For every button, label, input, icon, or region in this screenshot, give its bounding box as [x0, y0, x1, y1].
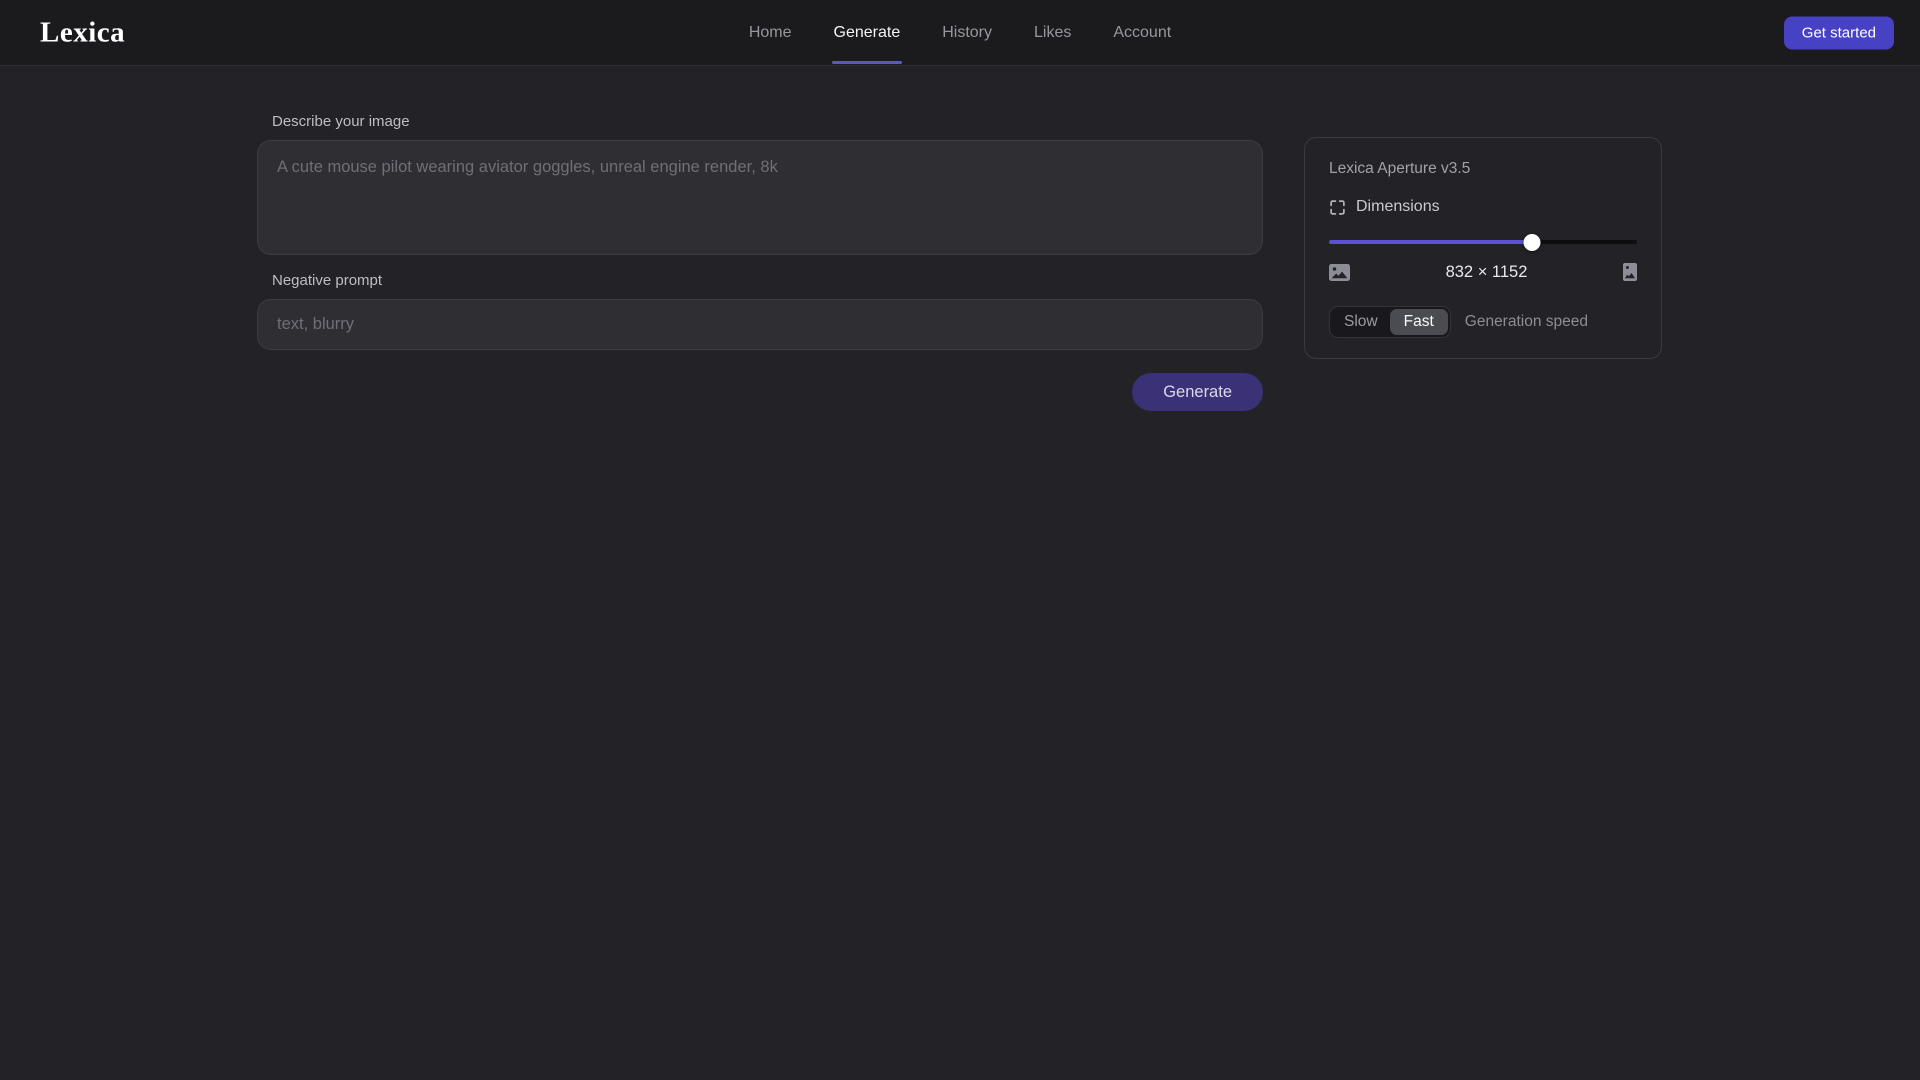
- nav-item-generate[interactable]: Generate: [832, 0, 903, 65]
- landscape-image-icon: [1329, 264, 1350, 281]
- generation-speed-label: Generation speed: [1465, 313, 1588, 331]
- dimensions-value: 832 × 1152: [1350, 263, 1623, 282]
- nav-item-label: Likes: [1034, 24, 1071, 42]
- negative-prompt-input[interactable]: [257, 299, 1263, 350]
- dimensions-value-row: 832 × 1152: [1329, 261, 1637, 283]
- prompt-label: Describe your image: [272, 112, 1263, 132]
- nav-item-label: History: [942, 24, 992, 42]
- nav-item-account[interactable]: Account: [1111, 0, 1173, 65]
- slider-thumb[interactable]: [1524, 234, 1541, 251]
- speed-toggle: Slow Fast: [1329, 306, 1451, 338]
- generate-button[interactable]: Generate: [1132, 373, 1263, 411]
- actions-row: Generate: [257, 373, 1263, 411]
- nav-item-history[interactable]: History: [940, 0, 994, 65]
- dimensions-slider[interactable]: [1329, 233, 1637, 251]
- prompt-input[interactable]: [257, 140, 1263, 255]
- model-name: Lexica Aperture v3.5: [1329, 159, 1637, 179]
- dimensions-slider-fill: [1329, 240, 1532, 244]
- nav-item-home[interactable]: Home: [747, 0, 794, 65]
- nav-item-label: Home: [749, 24, 792, 42]
- model-settings-panel: Lexica Aperture v3.5 Dimensions 832 × 11…: [1304, 137, 1662, 359]
- nav-item-likes[interactable]: Likes: [1032, 0, 1073, 65]
- portrait-image-icon: [1623, 263, 1637, 281]
- nav-item-label: Generate: [834, 24, 901, 42]
- dimensions-row: Dimensions: [1329, 197, 1637, 217]
- generate-page: Describe your image Negative prompt Gene…: [0, 66, 1920, 411]
- speed-option-slow[interactable]: Slow: [1332, 309, 1390, 335]
- top-nav-bar: Lexica Home Generate History Likes Accou…: [0, 0, 1920, 66]
- prompt-form: Describe your image Negative prompt Gene…: [257, 112, 1263, 411]
- generation-speed-row: Slow Fast Generation speed: [1329, 306, 1637, 338]
- get-started-button[interactable]: Get started: [1784, 16, 1894, 49]
- speed-option-fast[interactable]: Fast: [1390, 309, 1448, 335]
- dimensions-label: Dimensions: [1356, 198, 1440, 216]
- brand-logo[interactable]: Lexica: [40, 16, 125, 49]
- main-nav: Home Generate History Likes Account: [747, 0, 1173, 65]
- expand-icon: [1329, 199, 1346, 216]
- nav-item-label: Account: [1113, 24, 1171, 42]
- negative-prompt-label: Negative prompt: [272, 271, 1263, 291]
